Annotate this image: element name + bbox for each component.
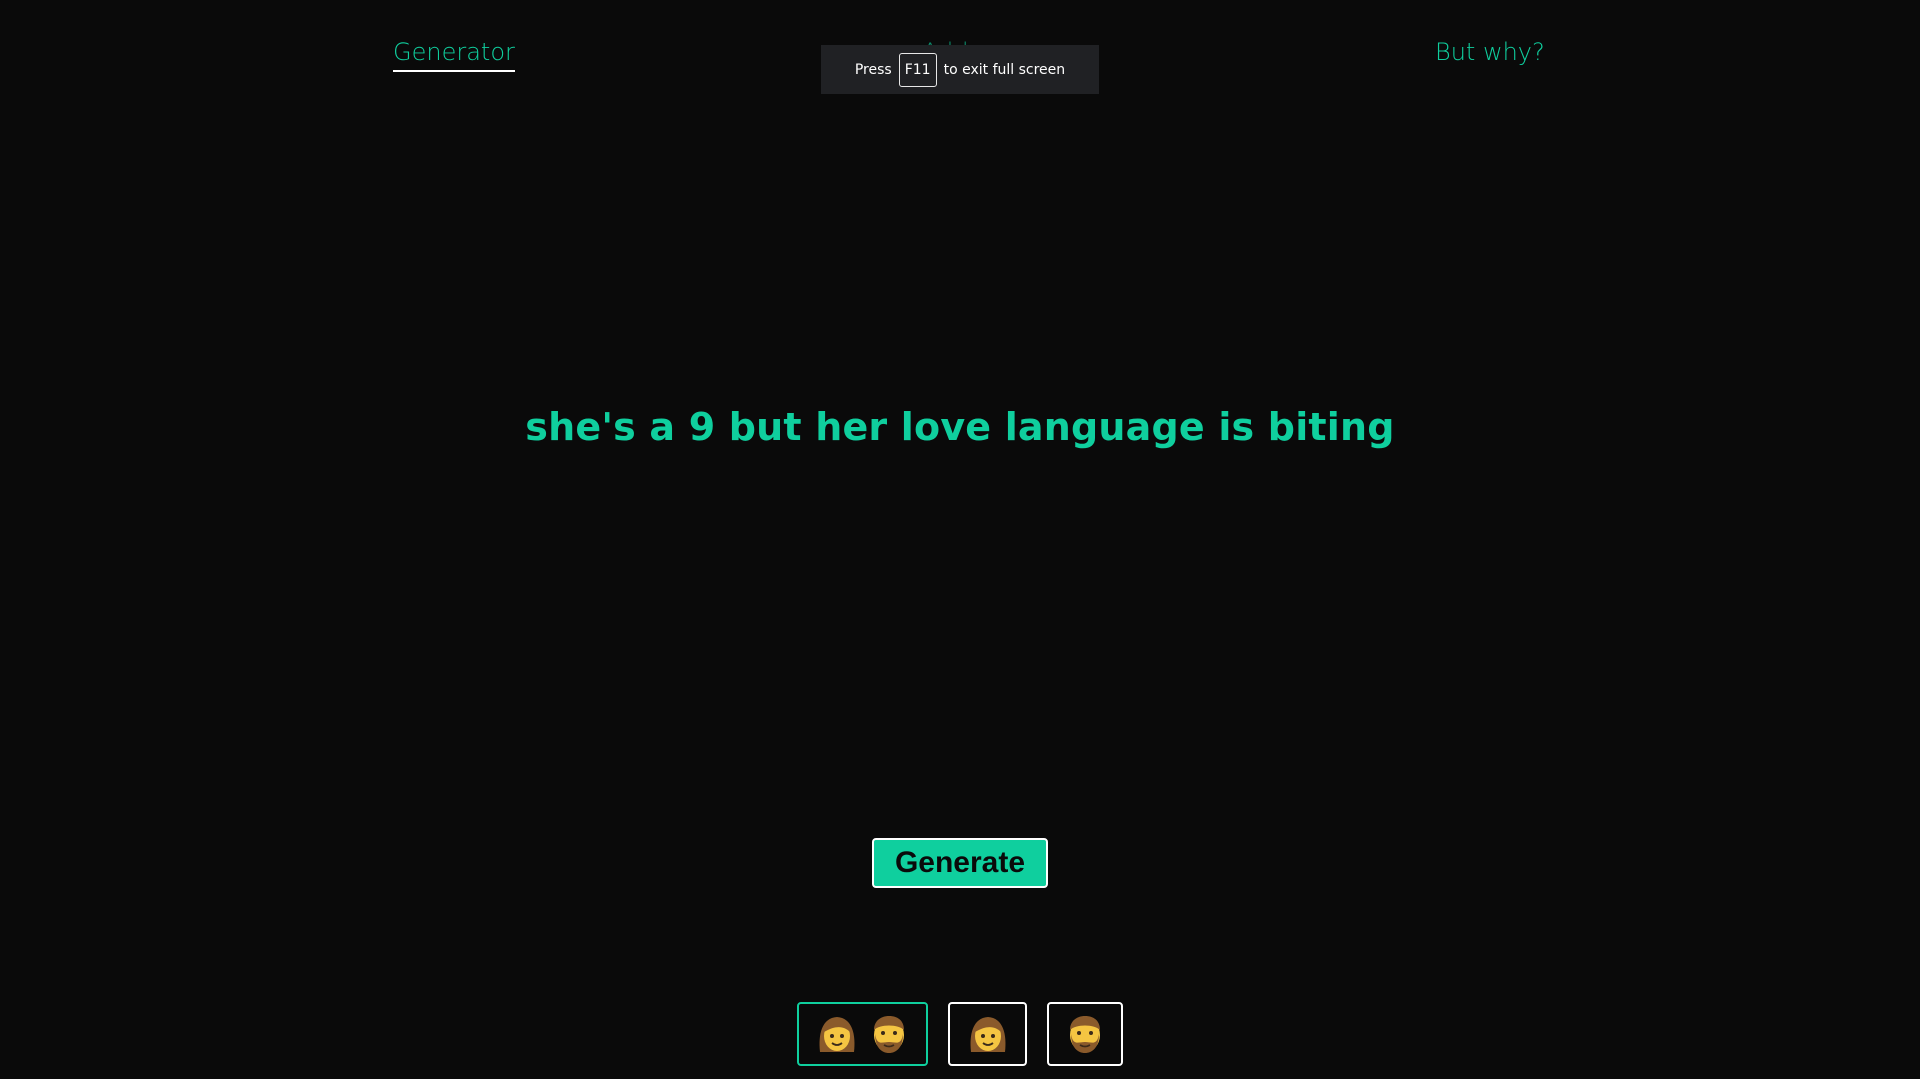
mode-both-button[interactable]: [797, 1002, 928, 1066]
mode-him-button[interactable]: [1047, 1002, 1123, 1066]
mode-her-button[interactable]: [948, 1002, 1027, 1066]
fullscreen-notice: Press F11 to exit full screen: [821, 45, 1099, 94]
fullscreen-notice-key: F11: [898, 52, 937, 87]
generated-phrase: she's a 9 but her love language is bitin…: [525, 405, 1395, 449]
nav-but-why-link[interactable]: But why?: [1435, 36, 1545, 68]
woman-face-icon: [970, 1017, 1005, 1052]
man-face-icon: [873, 1016, 904, 1053]
fullscreen-notice-press: Press: [854, 61, 892, 78]
fullscreen-notice-text: to exit full screen: [943, 61, 1066, 78]
page: Generator Add one But why? Press F11 to …: [0, 0, 1920, 1079]
woman-face-icon: [819, 1017, 854, 1052]
generate-button[interactable]: Generate: [872, 838, 1048, 888]
nav-generator-link[interactable]: Generator: [393, 36, 515, 72]
man-face-icon: [1070, 1016, 1100, 1053]
